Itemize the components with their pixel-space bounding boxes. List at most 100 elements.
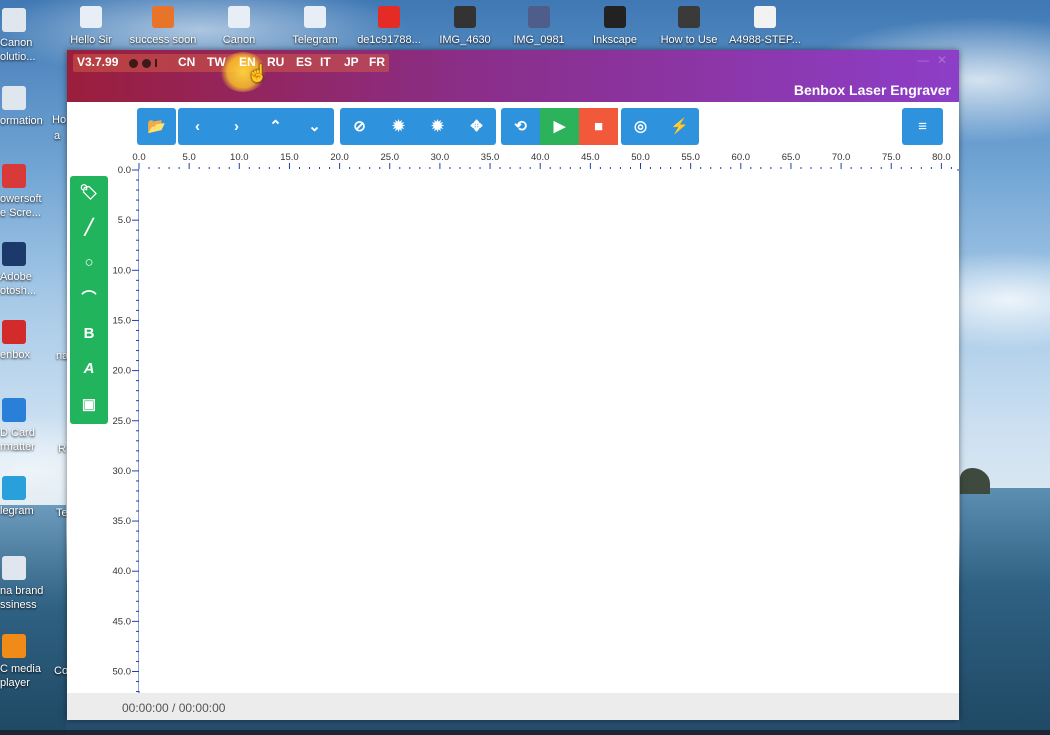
text-tool-button[interactable]: A bbox=[70, 354, 108, 384]
flash-button[interactable]: ⚡ bbox=[660, 108, 699, 145]
desktop-icon-label: e Scre... bbox=[0, 207, 41, 219]
desktop-icon[interactable]: C media player bbox=[0, 634, 52, 690]
image-icon bbox=[454, 6, 476, 28]
desktop-icon[interactable]: A4988-STEP... bbox=[728, 6, 802, 47]
desktop-icon-label: otosh... bbox=[0, 285, 37, 297]
circle-tool-button[interactable]: ○ bbox=[70, 248, 108, 278]
image-tool-button[interactable]: ▣ bbox=[70, 390, 108, 420]
repeat-button[interactable]: ⟲ bbox=[501, 108, 540, 145]
flag-icon[interactable] bbox=[155, 59, 165, 67]
desktop-icon[interactable]: Canon bbox=[202, 6, 276, 47]
file-group: 📂 bbox=[137, 108, 176, 145]
engraving-canvas[interactable] bbox=[139, 169, 957, 691]
document-icon bbox=[2, 8, 26, 32]
desktop-icon[interactable]: enbox bbox=[0, 320, 52, 362]
taskbar-edge bbox=[0, 730, 1050, 735]
desktop-icon-label: How to Use bbox=[660, 34, 718, 46]
language-cn[interactable]: CN bbox=[178, 55, 195, 69]
window-titlebar[interactable]: V3.7.99 CN TW EN RU ES IT JP FR ☝ — ✕ Benbox La… bbox=[67, 50, 959, 102]
desktop-icon[interactable]: Canon olutio... bbox=[0, 8, 52, 64]
minimize-icon[interactable]: — bbox=[917, 53, 929, 67]
play-icon: ▶ bbox=[553, 118, 566, 135]
laser-high-button[interactable]: ✹ bbox=[418, 108, 457, 145]
ruler-x-label: 50.0 bbox=[631, 152, 650, 163]
tag-tool-button[interactable]: 🏷 bbox=[70, 178, 108, 208]
desktop-icon[interactable]: Adobe otosh... bbox=[0, 242, 52, 298]
wallpaper-sea bbox=[960, 488, 1050, 735]
desktop-icon-label: Canon bbox=[222, 34, 256, 46]
archive-icon bbox=[152, 6, 174, 28]
help-icon[interactable] bbox=[142, 59, 151, 68]
move-left-button[interactable]: ‹ bbox=[178, 108, 217, 145]
stop-button[interactable]: ■ bbox=[579, 108, 618, 145]
desktop-icon[interactable]: Hello Sir bbox=[54, 6, 128, 47]
language-fr[interactable]: FR bbox=[369, 55, 385, 69]
line-tool-button[interactable]: ╱ bbox=[70, 213, 108, 243]
desktop-icon-label: enbox bbox=[0, 349, 30, 361]
desktop-icon[interactable]: success soon bbox=[126, 6, 200, 47]
arc-icon: ⌒ bbox=[81, 290, 97, 307]
desktop-icon[interactable]: D Card rmatter bbox=[0, 398, 52, 454]
desktop-icon-label: olutio... bbox=[0, 51, 36, 63]
desktop-icon[interactable]: How to Use bbox=[652, 6, 726, 47]
ruler-x-label: 45.0 bbox=[581, 152, 600, 163]
ruler-x-label: 35.0 bbox=[481, 152, 500, 163]
language-ru[interactable]: RU bbox=[267, 55, 284, 69]
desktop-icon-label-fragment: R bbox=[58, 443, 66, 455]
status-bar: 00:00:00 / 00:00:00 bbox=[67, 693, 959, 720]
language-it[interactable]: IT bbox=[320, 55, 331, 69]
ruler-x-label: 10.0 bbox=[230, 152, 249, 163]
info-icon[interactable] bbox=[129, 59, 138, 68]
ruler-x-label: 65.0 bbox=[782, 152, 801, 163]
desktop-icon[interactable]: na brand ssiness bbox=[0, 556, 52, 612]
sun-icon: ✹ bbox=[431, 118, 444, 135]
desktop-icon-label: de1c91788... bbox=[357, 34, 421, 46]
desktop-icon[interactable]: legram bbox=[0, 476, 52, 518]
ruler-x-label: 70.0 bbox=[832, 152, 851, 163]
disable-button[interactable]: ⊘ bbox=[340, 108, 379, 145]
language-es[interactable]: ES bbox=[296, 55, 312, 69]
move-up-button[interactable]: ⌃ bbox=[256, 108, 295, 145]
desktop-icon[interactable]: IMG_4630 bbox=[428, 6, 502, 47]
ruler-y-label: 20.0 bbox=[113, 366, 132, 377]
ruler-y-label: 0.0 bbox=[118, 165, 131, 176]
desktop-icon[interactable]: Inkscape bbox=[578, 6, 652, 47]
laser-low-button[interactable]: ✹ bbox=[379, 108, 418, 145]
open-folder-button[interactable]: 📂 bbox=[137, 108, 176, 145]
desktop-icon-label: ssiness bbox=[0, 599, 37, 611]
ruler-x-label: 20.0 bbox=[330, 152, 349, 163]
ruler-y-label: 50.0 bbox=[113, 667, 132, 678]
desktop-icon-label: IMG_4630 bbox=[439, 34, 491, 46]
ruler-x-label: 5.0 bbox=[183, 152, 196, 163]
ruler-y-label: 15.0 bbox=[113, 315, 132, 326]
hand-cursor-icon: ☝ bbox=[247, 64, 269, 83]
photoshop-icon bbox=[2, 242, 26, 266]
bolt-icon: ⚡ bbox=[670, 118, 689, 135]
desktop-icon-label: na brand bbox=[0, 585, 44, 597]
desktop-icon-label: IMG_0981 bbox=[513, 34, 565, 46]
stop-icon: ■ bbox=[593, 118, 604, 135]
start-button[interactable]: ▶ bbox=[540, 108, 579, 145]
language-jp[interactable]: JP bbox=[344, 55, 359, 69]
desktop-icon[interactable]: IMG_0981 bbox=[502, 6, 576, 47]
move-right-button[interactable]: › bbox=[217, 108, 256, 145]
center-button[interactable]: ✥ bbox=[457, 108, 496, 145]
menu-button[interactable]: ≡ bbox=[902, 108, 943, 145]
sdcard-icon bbox=[2, 398, 26, 422]
desktop-icon-label-fragment: Ho bbox=[52, 114, 67, 126]
desktop-icon[interactable]: de1c91788... bbox=[352, 6, 426, 47]
desktop-icon[interactable]: ormation bbox=[0, 86, 52, 128]
gcode-button[interactable]: ◎ bbox=[621, 108, 660, 145]
language-tw[interactable]: TW bbox=[207, 55, 226, 69]
desktop-icon[interactable]: Telegram bbox=[278, 6, 352, 47]
bold-text-tool-button[interactable]: B bbox=[70, 319, 108, 349]
move-group: ‹ › ⌃ ⌄ bbox=[178, 108, 334, 145]
chevron-up-icon: ⌃ bbox=[269, 118, 282, 135]
ruler-x-label: 75.0 bbox=[882, 152, 901, 163]
move-down-button[interactable]: ⌄ bbox=[295, 108, 334, 145]
folder-open-icon: 📂 bbox=[147, 118, 166, 135]
close-icon[interactable]: ✕ bbox=[937, 53, 947, 67]
arc-tool-button[interactable]: ⌒ bbox=[70, 284, 108, 314]
ruler-x-label: 80.0 bbox=[932, 152, 951, 163]
desktop-icon[interactable]: owersoft e Scre... bbox=[0, 164, 52, 220]
